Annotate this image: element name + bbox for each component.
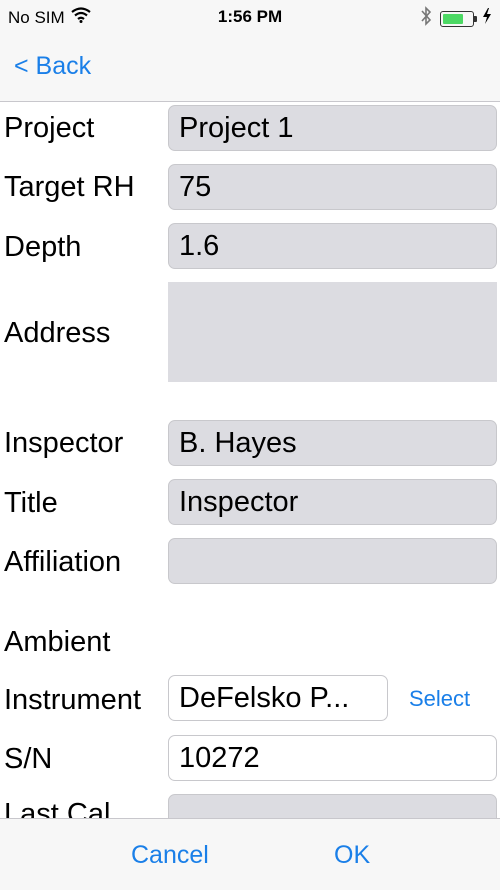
select-instrument-button[interactable]: Select bbox=[409, 686, 470, 712]
inspector-label: Inspector bbox=[4, 427, 124, 459]
title-label: Title bbox=[4, 487, 58, 519]
cancel-button[interactable]: Cancel bbox=[131, 841, 209, 870]
last-cal-field[interactable] bbox=[168, 794, 497, 818]
ambient-heading: Ambient bbox=[4, 626, 111, 658]
bluetooth-icon bbox=[420, 6, 432, 31]
affiliation-field[interactable] bbox=[168, 538, 497, 584]
depth-field[interactable]: 1.6 bbox=[168, 223, 497, 269]
back-button[interactable]: < Back bbox=[14, 52, 91, 81]
battery-fill bbox=[443, 13, 464, 24]
last-cal-label: Last Cal bbox=[4, 798, 111, 818]
depth-label: Depth bbox=[4, 231, 82, 263]
bottom-toolbar: Cancel OK bbox=[0, 818, 500, 890]
project-form: Project Project 1 Target RH 75 Depth 1.6… bbox=[0, 102, 500, 818]
charging-bolt-icon bbox=[482, 8, 492, 29]
ok-button[interactable]: OK bbox=[334, 841, 370, 870]
title-field[interactable]: Inspector bbox=[168, 479, 497, 525]
instrument-label: Instrument bbox=[4, 684, 141, 716]
status-bar: No SIM 1:56 PM bbox=[0, 0, 500, 34]
status-right bbox=[420, 6, 492, 31]
affiliation-label: Affiliation bbox=[4, 546, 122, 578]
instrument-field[interactable]: DeFelsko P... bbox=[168, 675, 388, 721]
navigation-bar: < Back bbox=[0, 34, 500, 102]
inspector-field[interactable]: B. Hayes bbox=[168, 420, 497, 466]
target-rh-field[interactable]: 75 bbox=[168, 164, 497, 210]
target-rh-label: Target RH bbox=[4, 171, 135, 203]
address-label: Address bbox=[4, 317, 111, 349]
project-label: Project bbox=[4, 112, 95, 144]
battery-icon bbox=[440, 10, 477, 27]
address-field[interactable] bbox=[168, 282, 497, 382]
sn-field[interactable]: 10272 bbox=[168, 735, 497, 781]
sn-label: S/N bbox=[4, 743, 53, 775]
project-field[interactable]: Project 1 bbox=[168, 105, 497, 151]
battery-tip bbox=[474, 15, 477, 22]
